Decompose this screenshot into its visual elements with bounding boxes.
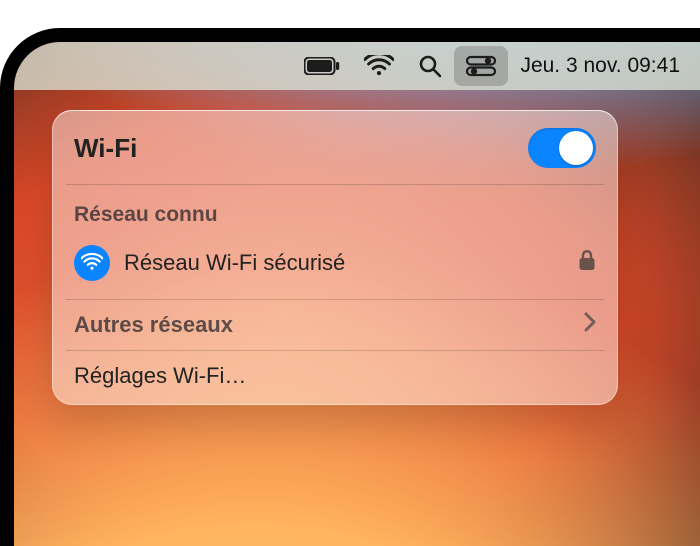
- other-networks-label: Autres réseaux: [74, 312, 233, 338]
- known-network-row[interactable]: Réseau Wi-Fi sécurisé: [52, 237, 618, 297]
- wifi-network-icon: [74, 245, 110, 281]
- menu-bar: Jeu. 3 nov. 09:41: [14, 42, 700, 90]
- wifi-icon: [364, 55, 394, 77]
- device-bezel: Jeu. 3 nov. 09:41 Wi-Fi Réseau connu: [0, 28, 700, 546]
- control-center-icon: [466, 55, 496, 77]
- menu-wifi[interactable]: [352, 46, 406, 86]
- menu-datetime[interactable]: Jeu. 3 nov. 09:41: [508, 54, 680, 78]
- chevron-right-icon: [584, 312, 596, 338]
- wifi-toggle[interactable]: [528, 128, 596, 168]
- search-icon: [418, 54, 442, 78]
- menu-battery[interactable]: [292, 46, 352, 86]
- known-network-section-label: Réseau connu: [52, 187, 618, 237]
- lock-icon: [578, 249, 596, 277]
- wifi-settings-row[interactable]: Réglages Wi-Fi…: [52, 353, 618, 399]
- screen: Jeu. 3 nov. 09:41 Wi-Fi Réseau connu: [14, 42, 700, 546]
- divider: [66, 184, 604, 185]
- toggle-knob: [559, 131, 593, 165]
- battery-icon: [304, 57, 340, 75]
- known-network-name: Réseau Wi-Fi sécurisé: [124, 250, 345, 276]
- divider: [66, 350, 604, 351]
- menu-control-center[interactable]: [454, 46, 508, 86]
- wifi-panel: Wi-Fi Réseau connu Réseau Wi-Fi: [52, 110, 618, 405]
- wifi-panel-header: Wi-Fi: [52, 114, 618, 182]
- wifi-panel-title: Wi-Fi: [74, 133, 137, 164]
- divider: [66, 299, 604, 300]
- other-networks-row[interactable]: Autres réseaux: [52, 302, 618, 348]
- wifi-settings-label: Réglages Wi-Fi…: [74, 363, 246, 389]
- menu-spotlight[interactable]: [406, 46, 454, 86]
